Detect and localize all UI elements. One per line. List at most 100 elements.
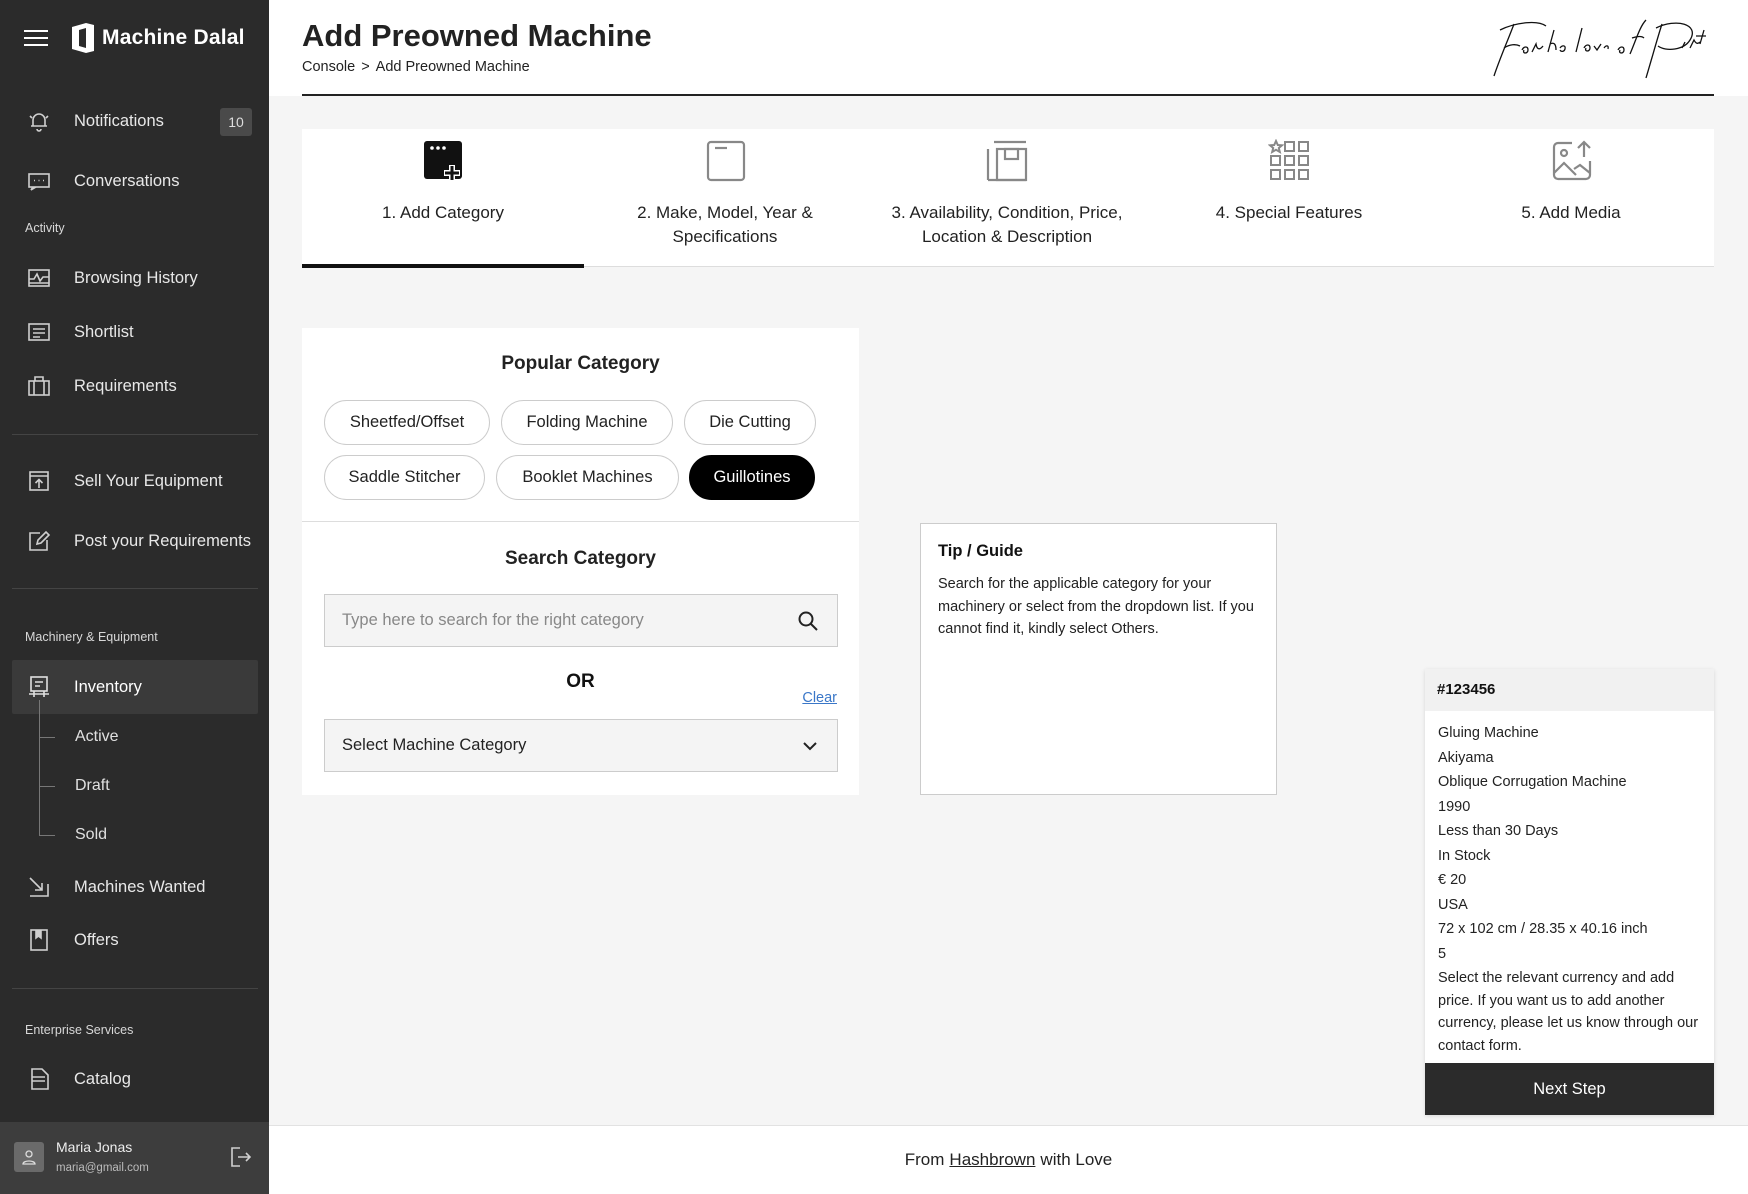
- logout-icon[interactable]: [228, 1144, 254, 1170]
- footer-suffix: with Love: [1040, 1150, 1113, 1169]
- chip-saddle-stitcher[interactable]: Saddle Stitcher: [324, 455, 485, 500]
- step-label: 4. Special Features: [1215, 203, 1363, 222]
- breadcrumb-current: Add Preowned Machine: [375, 59, 530, 75]
- sidebar-item-requirements[interactable]: Requirements: [12, 360, 258, 412]
- sidebar-item-label: Sell Your Equipment: [74, 471, 223, 490]
- chip-folding-machine[interactable]: Folding Machine: [501, 400, 673, 445]
- briefcase-icon: [26, 373, 52, 399]
- summary-list: Gluing Machine Akiyama Oblique Corrugati…: [1425, 711, 1714, 1057]
- step-special-features[interactable]: 4. Special Features: [1148, 129, 1430, 267]
- listing-id: #123456: [1425, 669, 1714, 711]
- sidebar-item-label: Offers: [74, 930, 119, 949]
- step-label: 3. Availability, Condition, Price, Locat…: [891, 203, 1123, 246]
- chip-sheetfed-offset[interactable]: Sheetfed/Offset: [324, 400, 490, 445]
- step-make-model[interactable]: 2. Make, Model, Year & Specifications: [584, 129, 866, 267]
- sidebar-subitem-sold[interactable]: Sold: [75, 826, 107, 844]
- machine-icon: [26, 674, 52, 700]
- step-availability[interactable]: 3. Availability, Condition, Price, Locat…: [866, 129, 1148, 267]
- summary-model: Oblique Corrugation Machine: [1438, 774, 1627, 790]
- chip-booklet-machines[interactable]: Booklet Machines: [496, 455, 679, 500]
- section-label-machinery: Machinery & Equipment: [25, 630, 158, 644]
- tree-line: [39, 786, 55, 787]
- brand-name: Machine Dalal: [102, 26, 245, 49]
- chip-die-cutting[interactable]: Die Cutting: [684, 400, 816, 445]
- summary-year: 1990: [1438, 798, 1471, 815]
- popular-category-title: Popular Category: [501, 353, 660, 374]
- breadcrumb: Console > Add Preowned Machine: [302, 59, 530, 75]
- step-label: 5. Add Media: [1521, 203, 1621, 222]
- search-icon[interactable]: [797, 610, 819, 632]
- brand: Machine Dalal: [24, 20, 245, 56]
- sidebar-item-post-requirements[interactable]: Post your Requirements: [12, 515, 258, 567]
- footer-hashbrown-link[interactable]: Hashbrown: [949, 1150, 1035, 1170]
- step-progress: 1. Add Category 2. Make, Model, Year & S…: [302, 129, 1714, 268]
- sidebar-item-shortlist[interactable]: Shortlist: [12, 306, 258, 358]
- sidebar-item-label: Machines Wanted: [74, 877, 206, 896]
- edit-icon: [26, 528, 52, 554]
- sidebar-item-conversations[interactable]: Conversations: [12, 155, 258, 207]
- sidebar-item-label: Notifications: [74, 111, 164, 130]
- chip-guillotines[interactable]: Guillotines: [689, 455, 815, 500]
- clear-link[interactable]: Clear: [802, 690, 837, 706]
- package-icon: [986, 140, 1028, 182]
- header-divider: [302, 94, 1714, 96]
- footer: From Hashbrown with Love: [269, 1125, 1748, 1194]
- tree-line: [39, 700, 40, 836]
- history-chart-icon: [26, 265, 52, 291]
- category-card: Popular Category Sheetfed/Offset Folding…: [302, 328, 859, 795]
- add-category-icon: [424, 141, 462, 181]
- sidebar-item-machines-wanted[interactable]: Machines Wanted: [12, 861, 258, 913]
- sidebar: Machine Dalal Notifications 10 Conversat…: [0, 0, 269, 1194]
- sidebar-item-label: Requirements: [74, 376, 177, 395]
- tree-line: [39, 737, 55, 738]
- summary-note: Select the relevant currency and add pri…: [1438, 970, 1699, 1054]
- summary-price: € 20: [1438, 872, 1467, 888]
- summary-category: Gluing Machine: [1438, 725, 1539, 741]
- image-upload-icon: [1552, 140, 1592, 181]
- sidebar-divider: [12, 588, 258, 589]
- page-header: Add Preowned Machine Console > Add Preow…: [269, 0, 1748, 96]
- section-label-enterprise: Enterprise Services: [25, 1023, 134, 1037]
- step-add-media[interactable]: 5. Add Media: [1430, 129, 1712, 267]
- summary-size: 72 x 102 cm / 28.35 x 40.16 inch: [1438, 921, 1648, 937]
- step-label: 2. Make, Model, Year & Specifications: [637, 203, 813, 246]
- sidebar-item-offers[interactable]: Offers: [12, 914, 258, 966]
- listing-summary-panel: #123456 Gluing Machine Akiyama Oblique C…: [1425, 669, 1714, 1115]
- step-add-category[interactable]: 1. Add Category: [302, 129, 584, 268]
- tree-line: [39, 835, 55, 836]
- avatar[interactable]: [14, 1142, 44, 1172]
- or-separator: OR: [566, 671, 595, 692]
- page-title: Add Preowned Machine: [302, 18, 652, 53]
- machine-dalal-logo-icon: [72, 23, 94, 53]
- search-category-title: Search Category: [504, 548, 656, 569]
- sidebar-item-label: Inventory: [74, 677, 142, 696]
- category-search-input[interactable]: [325, 611, 785, 630]
- sidebar-subitem-active[interactable]: Active: [75, 728, 119, 746]
- summary-quantity: 5: [1438, 945, 1447, 962]
- sidebar-item-catalog[interactable]: Catalog: [12, 1053, 258, 1105]
- sidebar-item-notifications[interactable]: Notifications 10: [12, 95, 258, 147]
- sidebar-item-label: Shortlist: [74, 322, 134, 341]
- sidebar-item-label: Post your Requirements: [74, 531, 251, 550]
- tip-text: Search for the applicable category for y…: [938, 576, 1254, 637]
- feature-grid-icon: [1268, 139, 1309, 180]
- summary-make: Akiyama: [1438, 749, 1494, 766]
- sidebar-subitem-draft[interactable]: Draft: [75, 777, 110, 795]
- sidebar-divider: [12, 988, 258, 989]
- category-search: [324, 594, 838, 647]
- tip-title: Tip / Guide: [938, 542, 1023, 560]
- machine-category-select[interactable]: Select Machine Category: [324, 719, 838, 772]
- user-profile: Maria Jonas maria@gmail.com: [0, 1122, 269, 1194]
- list-icon: [26, 319, 52, 345]
- breadcrumb-separator: >: [361, 59, 370, 75]
- catalog-icon: [26, 1066, 52, 1092]
- hamburger-menu-icon[interactable]: [24, 29, 48, 47]
- sidebar-item-browsing-history[interactable]: Browsing History: [12, 252, 258, 304]
- active-step-indicator: [302, 264, 584, 268]
- sidebar-item-sell-equipment[interactable]: Sell Your Equipment: [12, 455, 258, 507]
- breadcrumb-console[interactable]: Console: [302, 59, 355, 75]
- sidebar-item-inventory[interactable]: Inventory: [12, 660, 258, 714]
- sidebar-divider: [12, 434, 258, 435]
- summary-availability: Less than 30 Days: [1438, 823, 1559, 839]
- next-step-button[interactable]: Next Step: [1425, 1063, 1714, 1115]
